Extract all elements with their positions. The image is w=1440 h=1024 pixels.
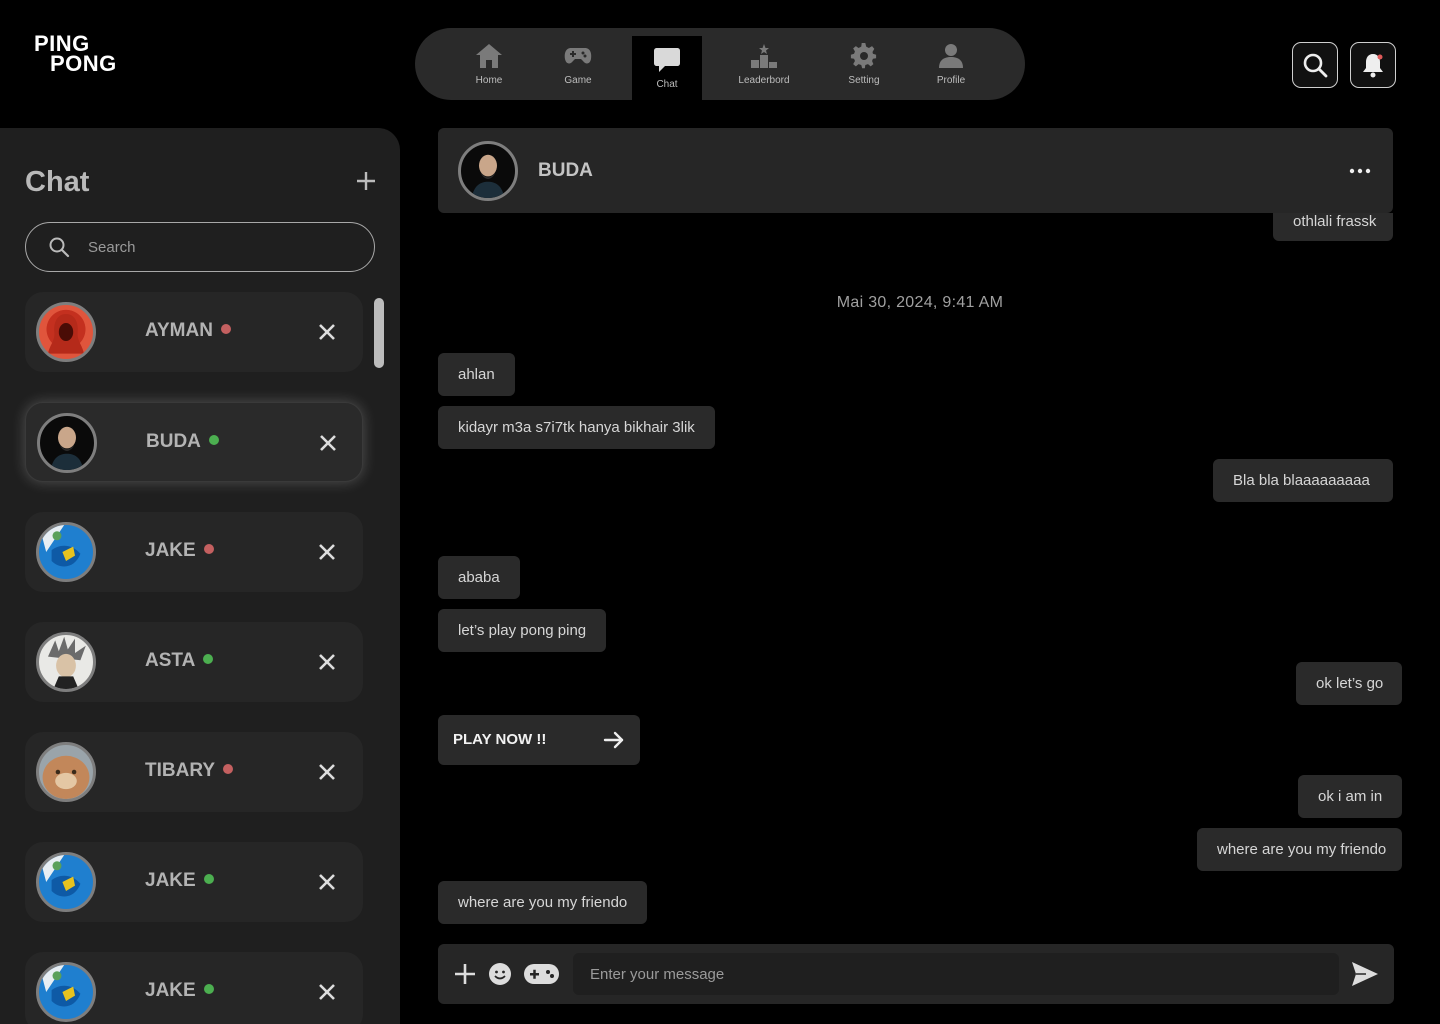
status-dot — [203, 543, 214, 554]
contacts-scrollbar[interactable] — [374, 298, 384, 368]
nav-setting[interactable]: Setting — [829, 28, 899, 100]
avatar — [36, 852, 96, 912]
play-now-button[interactable]: PLAY NOW !! — [438, 715, 640, 765]
message-bubble-received: kidayr m3a s7i7tk hanya bikhair 3lik — [438, 406, 715, 449]
close-icon[interactable] — [315, 540, 339, 564]
nav-chat-label: Chat — [656, 78, 678, 90]
status-dot — [223, 763, 234, 774]
sidebar-title: Chat — [25, 166, 90, 198]
contact-item[interactable]: BUDA — [25, 402, 363, 482]
avatar[interactable] — [458, 141, 518, 201]
chat-icon — [654, 47, 680, 72]
message-bubble-received: where are you my friendo — [438, 881, 648, 924]
logo-line-2: PONG — [50, 51, 117, 76]
home-icon — [476, 43, 502, 68]
contact-item[interactable]: JAKE — [25, 842, 363, 922]
contact-item[interactable]: ASTA — [25, 622, 363, 702]
message-bubble-sent: Bla bla blaaaaaaaaa — [1213, 459, 1393, 502]
gamepad-icon[interactable] — [523, 963, 560, 985]
nav-home[interactable]: Home — [454, 28, 524, 100]
nav-game[interactable]: Game — [543, 28, 613, 100]
nav-chat[interactable]: Chat — [632, 36, 702, 100]
search-icon — [1303, 53, 1328, 78]
message-date-separator: Mai 30, 2024, 9:41 AM — [836, 294, 1004, 311]
message-bubble-sent: ok let’s go — [1296, 662, 1402, 705]
avatar — [36, 522, 96, 582]
status-dot — [208, 434, 219, 445]
message-bubble-received: let’s play pong ping — [438, 609, 607, 652]
avatar — [36, 742, 96, 802]
play-now-label: PLAY NOW !! — [453, 731, 547, 748]
status-dot — [203, 873, 214, 884]
nav-profile[interactable]: Profile — [916, 28, 986, 100]
nav-leaderboard-label: Leaderbord — [738, 74, 790, 86]
contact-name: JAKE — [145, 980, 214, 1002]
avatar — [36, 632, 96, 692]
chat-header: BUDA — [438, 128, 1393, 213]
bell-icon — [1363, 54, 1383, 78]
nav-leaderboard[interactable]: Leaderbord — [729, 28, 799, 100]
contact-name: AYMAN — [145, 320, 231, 342]
status-dot — [220, 323, 231, 334]
chat-sidebar: Chat AYMAN BUDA JAKE ASTA — [0, 128, 400, 1024]
chat-contact-name: BUDA — [538, 160, 593, 181]
nav-setting-label: Setting — [848, 74, 880, 86]
close-icon[interactable] — [315, 760, 339, 784]
add-chat-icon[interactable] — [352, 167, 380, 195]
contact-item[interactable]: JAKE — [25, 512, 363, 592]
send-icon[interactable] — [1350, 959, 1380, 989]
nav-home-label: Home — [475, 74, 503, 86]
top-navigation: Home Game Chat Leaderbord Setting Profil… — [415, 28, 1025, 100]
contact-name: JAKE — [145, 540, 214, 562]
search-button[interactable] — [1292, 42, 1338, 88]
plus-icon[interactable] — [453, 962, 477, 986]
avatar — [36, 962, 96, 1022]
search-input[interactable] — [88, 238, 348, 256]
message-composer — [438, 944, 1394, 1004]
avatar — [37, 413, 97, 473]
gamepad-icon — [564, 47, 592, 63]
more-options-icon[interactable] — [1349, 160, 1371, 182]
contact-name: TIBARY — [145, 760, 234, 782]
contact-item[interactable]: TIBARY — [25, 732, 363, 812]
contact-name: ASTA — [145, 650, 214, 672]
close-icon[interactable] — [315, 320, 339, 344]
status-dot — [203, 983, 214, 994]
message-input[interactable] — [573, 953, 1339, 995]
message-bubble-sent: where are you my friendo — [1197, 828, 1402, 871]
close-icon[interactable] — [315, 650, 339, 674]
contact-name: JAKE — [145, 870, 214, 892]
podium-icon — [751, 43, 777, 68]
nav-profile-label: Profile — [936, 74, 966, 86]
emoji-icon[interactable] — [488, 962, 512, 986]
contact-item[interactable]: JAKE — [25, 952, 363, 1024]
arrow-right-icon — [603, 731, 624, 749]
avatar — [36, 302, 96, 362]
close-icon[interactable] — [315, 980, 339, 1004]
app-logo: PING PONG — [34, 33, 117, 76]
contact-item[interactable]: AYMAN — [25, 292, 363, 372]
contact-name: BUDA — [146, 431, 219, 453]
search-icon — [49, 237, 70, 258]
close-icon[interactable] — [316, 431, 340, 455]
user-icon — [939, 43, 963, 68]
gear-icon — [850, 42, 877, 68]
status-dot — [203, 653, 214, 664]
message-bubble-sent: othlali frassk — [1273, 213, 1393, 241]
message-bubble-sent: ok i am in — [1298, 775, 1402, 818]
notifications-button[interactable] — [1350, 42, 1396, 88]
contact-search[interactable] — [25, 222, 375, 272]
close-icon[interactable] — [315, 870, 339, 894]
message-bubble-received: ahlan — [438, 353, 515, 396]
message-bubble-received: ababa — [438, 556, 520, 599]
notification-dot — [1377, 54, 1383, 60]
nav-game-label: Game — [564, 74, 592, 86]
